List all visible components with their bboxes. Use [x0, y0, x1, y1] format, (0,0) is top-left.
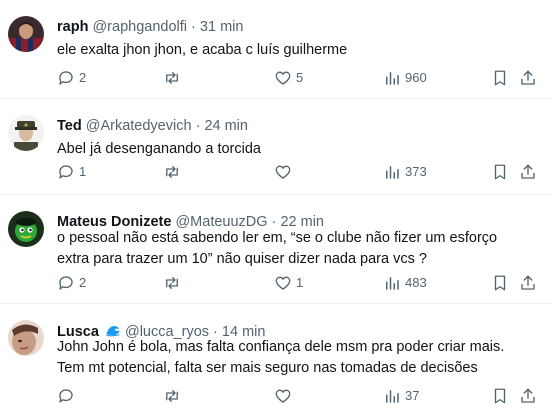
tweet-text: Abel já desenganando a torcida	[57, 141, 261, 157]
timestamp[interactable]: 24 min	[204, 118, 248, 134]
reply-count: 2	[79, 275, 87, 290]
bookmark-button[interactable]	[491, 162, 509, 182]
reply-icon	[59, 389, 73, 403]
bookmark-button[interactable]	[491, 68, 509, 88]
views-button[interactable]: 373	[383, 162, 427, 182]
bookmark-icon	[494, 388, 506, 404]
author-handle[interactable]: @raphgandolfi	[92, 19, 187, 35]
repost-button[interactable]	[163, 68, 185, 88]
repost-icon	[166, 72, 178, 84]
tweet-actions: 37	[57, 386, 547, 408]
like-icon	[275, 165, 291, 179]
reply-button[interactable]: 2	[57, 68, 86, 88]
like-button[interactable]	[274, 386, 296, 406]
bookmark-button[interactable]	[491, 386, 509, 406]
views-icon	[386, 277, 399, 290]
avatar-lusca[interactable]	[8, 320, 44, 356]
views-icon	[386, 390, 399, 403]
tweet-mateus[interactable]: Mateus Donizete @MateuuzDG · 22 min o pe…	[0, 195, 552, 303]
bookmark-icon	[494, 275, 506, 291]
repost-icon	[166, 277, 178, 289]
reply-count: 1	[79, 164, 87, 179]
bookmark-icon	[494, 164, 506, 180]
tweet-actions: 1 373	[57, 162, 547, 184]
views-icon	[386, 72, 399, 85]
author-name[interactable]: Ted	[57, 118, 82, 134]
tweet-header: Ted @Arkatedyevich · 24 min	[57, 117, 248, 135]
reply-feed: raph @raphgandolfi · 31 min ele exalta j…	[0, 0, 552, 418]
share-button[interactable]	[519, 273, 537, 293]
reply-button[interactable]: 1	[57, 162, 86, 182]
share-icon	[521, 164, 535, 179]
repost-button[interactable]	[163, 273, 185, 293]
separator-dot: ·	[195, 118, 201, 134]
repost-button[interactable]	[163, 162, 185, 182]
reply-count: 2	[79, 70, 87, 85]
views-count: 37	[405, 388, 420, 403]
repost-button[interactable]	[163, 386, 185, 406]
share-button[interactable]	[519, 386, 537, 406]
tweet-actions: 2 1 483	[57, 273, 547, 295]
like-button[interactable]	[274, 162, 296, 182]
reply-button[interactable]: 2	[57, 273, 86, 293]
tweet-lusca[interactable]: Lusca @lucca_ryos · 14 min John John é b…	[0, 304, 552, 418]
share-icon	[521, 70, 535, 85]
bookmark-button[interactable]	[491, 273, 509, 293]
reply-button[interactable]	[57, 386, 79, 406]
avatar-mateus[interactable]	[8, 211, 44, 247]
like-icon	[275, 71, 291, 85]
repost-icon	[166, 390, 178, 402]
tweet-text: John John é bola, mas falta confiança de…	[57, 339, 505, 376]
like-count: 1	[296, 275, 304, 290]
timestamp[interactable]: 31 min	[200, 19, 244, 35]
reply-icon	[59, 276, 73, 290]
repost-icon	[166, 166, 178, 178]
tweet-header: raph @raphgandolfi · 31 min	[57, 18, 243, 36]
views-button[interactable]: 960	[383, 68, 427, 88]
views-button[interactable]: 37	[383, 386, 419, 406]
like-button[interactable]: 5	[274, 68, 303, 88]
reply-icon	[59, 71, 73, 85]
reply-icon	[59, 165, 73, 179]
avatar-image	[8, 16, 44, 52]
avatar-image	[8, 320, 44, 356]
share-button[interactable]	[519, 162, 537, 182]
views-count: 483	[405, 275, 427, 290]
bookmark-icon	[494, 70, 506, 86]
views-icon	[386, 166, 399, 179]
like-icon	[275, 389, 291, 403]
avatar-raph[interactable]	[8, 16, 44, 52]
like-button[interactable]: 1	[274, 273, 303, 293]
share-icon	[521, 388, 535, 403]
tweet-ted[interactable]: Ted @Arkatedyevich · 24 min Abel já dese…	[0, 99, 552, 194]
like-icon	[275, 276, 291, 290]
like-count: 5	[296, 70, 304, 85]
views-count: 373	[405, 164, 427, 179]
avatar-image	[8, 211, 44, 247]
avatar-ted[interactable]	[8, 115, 44, 151]
share-button[interactable]	[519, 68, 537, 88]
tweet-actions: 2 5 960	[57, 68, 547, 90]
author-name[interactable]: raph	[57, 19, 88, 35]
tweet-text: ele exalta jhon jhon, e acaba c luís gui…	[57, 42, 348, 58]
avatar-image	[8, 115, 44, 151]
tweet-raph[interactable]: raph @raphgandolfi · 31 min ele exalta j…	[0, 0, 552, 98]
views-count: 960	[405, 70, 427, 85]
wave-emoji-icon	[106, 326, 120, 337]
share-icon	[521, 275, 535, 290]
views-button[interactable]: 483	[383, 273, 427, 293]
author-handle[interactable]: @Arkatedyevich	[86, 118, 192, 134]
tweet-text: o pessoal não está sabendo ler em, “se o…	[57, 230, 498, 267]
separator-dot: ·	[191, 19, 196, 35]
